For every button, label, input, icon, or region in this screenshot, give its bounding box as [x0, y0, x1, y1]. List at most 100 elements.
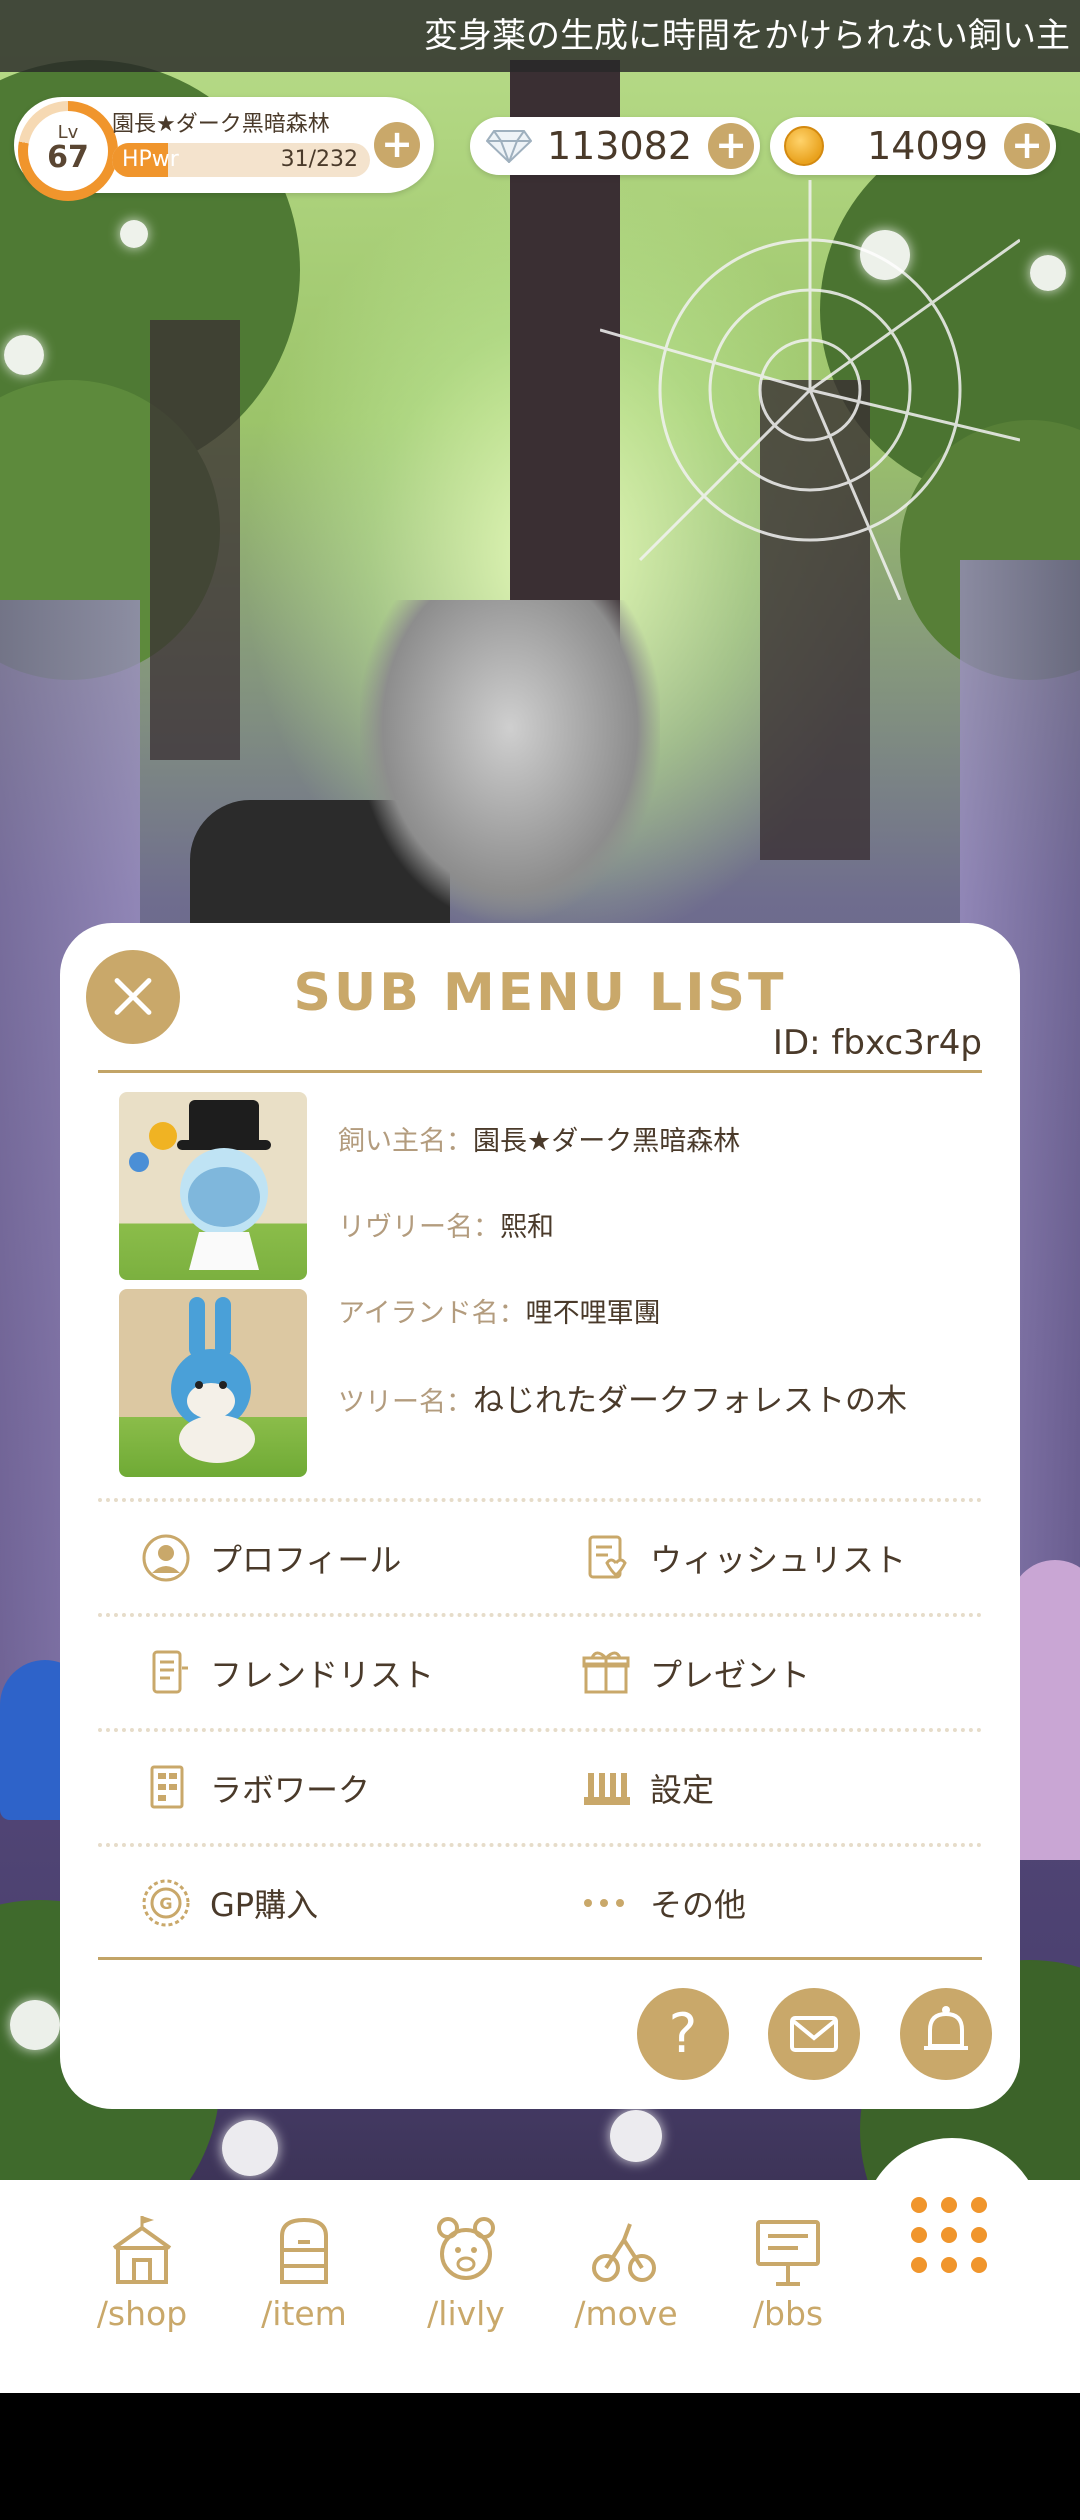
move-icon — [592, 2223, 656, 2282]
menu-item-profile[interactable]: プロフィール — [136, 1511, 556, 1601]
tree-name-row: ツリー名：ねじれたダークフォレストの木 — [338, 1375, 907, 1420]
mushroom-decoration — [1010, 1560, 1080, 1860]
gem-counter[interactable]: 113082 + — [470, 117, 760, 175]
livly-name-label: リヴリー名： — [338, 1212, 500, 1243]
menu-item-present[interactable]: プレゼント — [576, 1626, 996, 1716]
light-orb — [222, 2120, 278, 2176]
present-icon — [582, 1651, 630, 1694]
menu-item-label: フレンドリスト — [210, 1656, 435, 1694]
menu-item-label: 設定 — [650, 1771, 715, 1809]
level-ring: Lv 67 — [18, 101, 118, 201]
add-coins-button[interactable]: + — [1004, 123, 1050, 169]
menu-item-label: プロフィール — [210, 1541, 402, 1579]
more-icon — [584, 1899, 624, 1907]
menu-item-more[interactable]: その他 — [576, 1856, 996, 1946]
nav-label: /item — [261, 2294, 347, 2333]
island-name-row: アイランド名：哩不哩軍團 — [338, 1291, 661, 1330]
owner-name-row: 飼い主名：園長★ダーク黑暗森林 — [338, 1119, 740, 1158]
friendlist-icon — [152, 1650, 188, 1694]
menu-grid-icon[interactable] — [906, 2192, 992, 2278]
bell-icon — [924, 2006, 968, 2050]
coin-icon — [784, 126, 824, 166]
divider — [98, 1957, 982, 1960]
menu-item-label: ラボワーク — [210, 1771, 371, 1809]
owner-name-label: 飼い主名： — [338, 1126, 473, 1157]
item-icon — [280, 2217, 328, 2284]
gate-pillar — [150, 320, 240, 760]
tree-name-label: ツリー名： — [338, 1387, 473, 1418]
nav-item[interactable]: /item — [234, 2212, 374, 2333]
player-name: 園長★ダーク黑暗森林 — [112, 112, 330, 137]
menu-item-wishlist[interactable]: ウィッシュリスト — [576, 1511, 996, 1601]
announcement-marquee[interactable]: 変身薬の生成に時間をかけられない飼い主 — [0, 0, 1080, 72]
menu-item-label: ウィッシュリスト — [650, 1541, 907, 1579]
marquee-text: 変身薬の生成に時間をかけられない飼い主 — [424, 16, 1070, 56]
add-gems-button[interactable]: + — [708, 123, 754, 169]
island-name-label: アイランド名： — [338, 1298, 526, 1329]
livly-name-row: リヴリー名：熙和 — [338, 1205, 554, 1244]
dotted-divider — [98, 1728, 982, 1732]
livly-name-value: 熙和 — [500, 1212, 554, 1243]
nav-livly[interactable]: /livly — [396, 2212, 536, 2333]
help-icon: ? — [668, 2002, 698, 2065]
user-id: ID: fbxc3r4p — [772, 1023, 982, 1063]
livly-icon — [437, 2217, 495, 2280]
hp-label: HPwr — [122, 147, 179, 172]
divider — [98, 1070, 982, 1073]
alert-button[interactable] — [900, 1988, 992, 2080]
level-value: 67 — [47, 140, 89, 175]
menu-item-label: その他 — [650, 1886, 747, 1924]
spider-web — [600, 180, 1020, 600]
livly-portrait-blue — [171, 1297, 255, 1463]
wishlist-icon — [588, 1535, 627, 1579]
nav-bbs[interactable]: /bbs — [718, 2212, 858, 2333]
dotted-divider — [98, 1843, 982, 1847]
bbs-icon — [756, 2220, 820, 2286]
light-orb — [120, 220, 148, 248]
tree-thumbnail[interactable] — [119, 1289, 307, 1477]
menu-item-labwork[interactable]: ラボワーク — [136, 1741, 556, 1831]
dotted-divider — [98, 1613, 982, 1617]
svg-text:G: G — [159, 1894, 172, 1913]
nav-label: /shop — [96, 2294, 188, 2333]
shop-icon — [112, 2216, 172, 2284]
light-orb — [1030, 255, 1066, 291]
light-orb — [10, 2000, 60, 2050]
light-orb — [4, 335, 44, 375]
mail-icon — [790, 2016, 838, 2052]
nav-move[interactable]: /move — [556, 2212, 696, 2333]
owner-name-value: 園長★ダーク黑暗森林 — [473, 1126, 741, 1157]
coin-counter[interactable]: 14099 + — [770, 117, 1056, 175]
nav-shop[interactable]: /shop — [72, 2212, 212, 2333]
settings-icon — [584, 1773, 630, 1805]
island-name-value: 哩不哩軍團 — [525, 1298, 661, 1329]
gem-amount: 113082 — [546, 124, 692, 168]
light-orb — [860, 230, 910, 280]
gp-icon: G — [142, 1879, 190, 1927]
menu-item-settings[interactable]: 設定 — [576, 1741, 996, 1831]
diamond-icon — [486, 130, 532, 163]
nav-label: /move — [574, 2294, 678, 2333]
hp-bar: HPwr 31/232 — [112, 143, 370, 177]
hp-value: 31/232 — [280, 147, 358, 172]
plant-decoration — [360, 600, 660, 920]
help-button[interactable]: ? — [637, 1988, 729, 2080]
tree-name-value: ねじれたダークフォレストの木 — [473, 1383, 907, 1419]
bottom-safe-area — [0, 2393, 1080, 2520]
nav-label: /bbs — [752, 2294, 824, 2333]
profile-icon — [142, 1534, 190, 1582]
menu-item-gp-purchase[interactable]: G GP購入 — [136, 1856, 556, 1946]
nav-label: /livly — [427, 2294, 505, 2333]
modal-title: SUB MENU LIST — [293, 963, 787, 1023]
menu-item-friendlist[interactable]: フレンドリスト — [136, 1626, 556, 1716]
labwork-icon — [150, 1765, 184, 1809]
sub-menu-modal: SUB MENU LIST ID: fbxc3r4p 飼い主名：園長★ダーク黑暗… — [60, 923, 1020, 2109]
level-badge: Lv 67 — [28, 111, 108, 191]
add-hp-button[interactable]: + — [374, 122, 420, 168]
livly-thumbnail[interactable] — [119, 1092, 307, 1280]
dotted-divider — [98, 1498, 982, 1502]
mail-button[interactable] — [768, 1988, 860, 2080]
menu-item-label: GP購入 — [210, 1886, 319, 1924]
coin-amount: 14099 — [867, 124, 988, 168]
menu-item-label: プレゼント — [650, 1656, 811, 1694]
